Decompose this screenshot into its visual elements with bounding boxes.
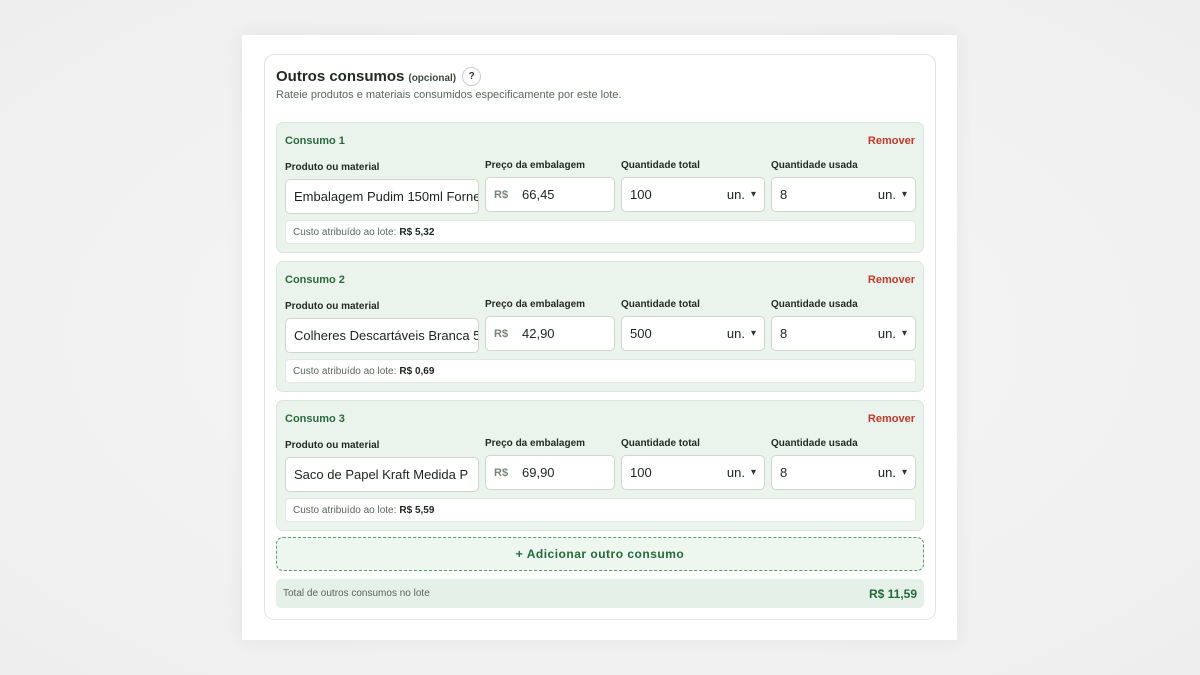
product-label: Produto ou material [285,301,380,312]
total-qty-value: 500 [630,326,652,341]
total-qty-input[interactable]: 100 un. ▾ [621,455,765,490]
price-value: 42,90 [522,326,555,341]
total-qty-value: 100 [630,465,652,480]
chevron-down-icon: ▾ [901,189,907,200]
currency-prefix: R$ [494,188,509,201]
add-consumo-button[interactable]: + Adicionar outro consumo [276,537,924,571]
total-qty-label: Quantidade total [621,299,700,310]
total-qty-label: Quantidade total [621,438,700,449]
product-input[interactable]: Embalagem Pudim 150ml Fornec [285,179,479,214]
total-summary: Total de outros consumos no lote R$ 11,5… [276,579,924,608]
used-qty-label: Quantidade usada [771,299,858,310]
section-subtitle: Rateie produtos e materiais consumidos e… [276,89,622,101]
cost-summary: Custo atribuído ao lote: R$ 5,32 [285,220,916,244]
used-qty-value: 8 [780,187,788,202]
chevron-down-icon: ▾ [901,467,907,478]
price-input[interactable]: R$ 66,45 [485,177,615,212]
used-qty-value: 8 [780,326,788,341]
price-input[interactable]: R$ 42,90 [485,316,615,351]
total-qty-value: 100 [630,187,652,202]
chevron-down-icon: ▾ [750,189,756,200]
used-qty-input[interactable]: 8 un. ▾ [771,455,916,490]
remove-button[interactable]: Remover [868,413,915,425]
used-qty-label: Quantidade usada [771,160,858,171]
used-qty-label: Quantidade usada [771,438,858,449]
cost-summary: Custo atribuído ao lote: R$ 5,59 [285,498,916,522]
used-unit-select[interactable]: un. ▾ [878,326,907,341]
chevron-down-icon: ▾ [901,328,907,339]
total-unit-value: un. [726,187,745,202]
price-label: Preço da embalagem [485,438,586,449]
product-value: Colheres Descartáveis Branca 5 [294,328,479,343]
form-card: Outros consumos (opcional) ? Rateie prod… [242,35,957,640]
used-qty-input[interactable]: 8 un. ▾ [771,177,916,212]
price-label: Preço da embalagem [485,160,586,171]
cost-summary: Custo atribuído ao lote: R$ 0,69 [285,359,916,383]
used-qty-value: 8 [780,465,788,480]
consumo-title: Consumo 3 [285,413,345,425]
product-value: Embalagem Pudim 150ml Fornec [294,189,479,204]
product-label: Produto ou material [285,440,380,451]
used-unit-value: un. [877,326,896,341]
cost-value: R$ 0,69 [399,365,435,377]
price-label: Preço da embalagem [485,299,586,310]
price-input[interactable]: R$ 69,90 [485,455,615,490]
used-unit-value: un. [877,465,896,480]
chevron-down-icon: ▾ [750,328,756,339]
total-qty-label: Quantidade total [621,160,700,171]
price-value: 69,90 [522,465,555,480]
consumo-card-1: Consumo 1 Remover Produto ou material Pr… [276,122,924,253]
total-unit-select[interactable]: un. ▾ [727,326,756,341]
used-qty-input[interactable]: 8 un. ▾ [771,316,916,351]
total-qty-input[interactable]: 100 un. ▾ [621,177,765,212]
outros-consumos-section: Outros consumos (opcional) ? Rateie prod… [264,54,936,620]
remove-button[interactable]: Remover [868,135,915,147]
product-input[interactable]: Saco de Papel Kraft Medida P [285,457,479,492]
total-unit-value: un. [726,465,745,480]
consumo-title: Consumo 1 [285,135,345,147]
optional-tag: (opcional) [408,72,457,84]
total-qty-input[interactable]: 500 un. ▾ [621,316,765,351]
product-input[interactable]: Colheres Descartáveis Branca 5 [285,318,479,353]
chevron-down-icon: ▾ [750,467,756,478]
used-unit-value: un. [877,187,896,202]
total-unit-select[interactable]: un. ▾ [727,187,756,202]
used-unit-select[interactable]: un. ▾ [878,187,907,202]
cost-label: Custo atribuído ao lote: [293,504,397,516]
consumo-card-3: Consumo 3 Remover Produto ou material Pr… [276,400,924,531]
cost-value: R$ 5,32 [399,226,435,238]
cost-label: Custo atribuído ao lote: [293,226,397,238]
remove-button[interactable]: Remover [868,274,915,286]
consumo-card-2: Consumo 2 Remover Produto ou material Pr… [276,261,924,392]
total-unit-select[interactable]: un. ▾ [727,465,756,480]
product-value: Saco de Papel Kraft Medida P [294,467,469,482]
cost-label: Custo atribuído ao lote: [293,365,397,377]
total-unit-value: un. [726,326,745,341]
cost-value: R$ 5,59 [399,504,435,516]
consumo-title: Consumo 2 [285,274,345,286]
product-label: Produto ou material [285,162,380,173]
help-icon[interactable]: ? [462,67,482,86]
total-label: Total de outros consumos no lote [283,588,430,599]
price-value: 66,45 [522,187,555,202]
currency-prefix: R$ [494,466,509,479]
section-title: Outros consumos [276,68,405,85]
section-header: Outros consumos (opcional) ? [276,67,482,86]
used-unit-select[interactable]: un. ▾ [878,465,907,480]
total-value: R$ 11,59 [868,586,917,601]
currency-prefix: R$ [494,327,509,340]
